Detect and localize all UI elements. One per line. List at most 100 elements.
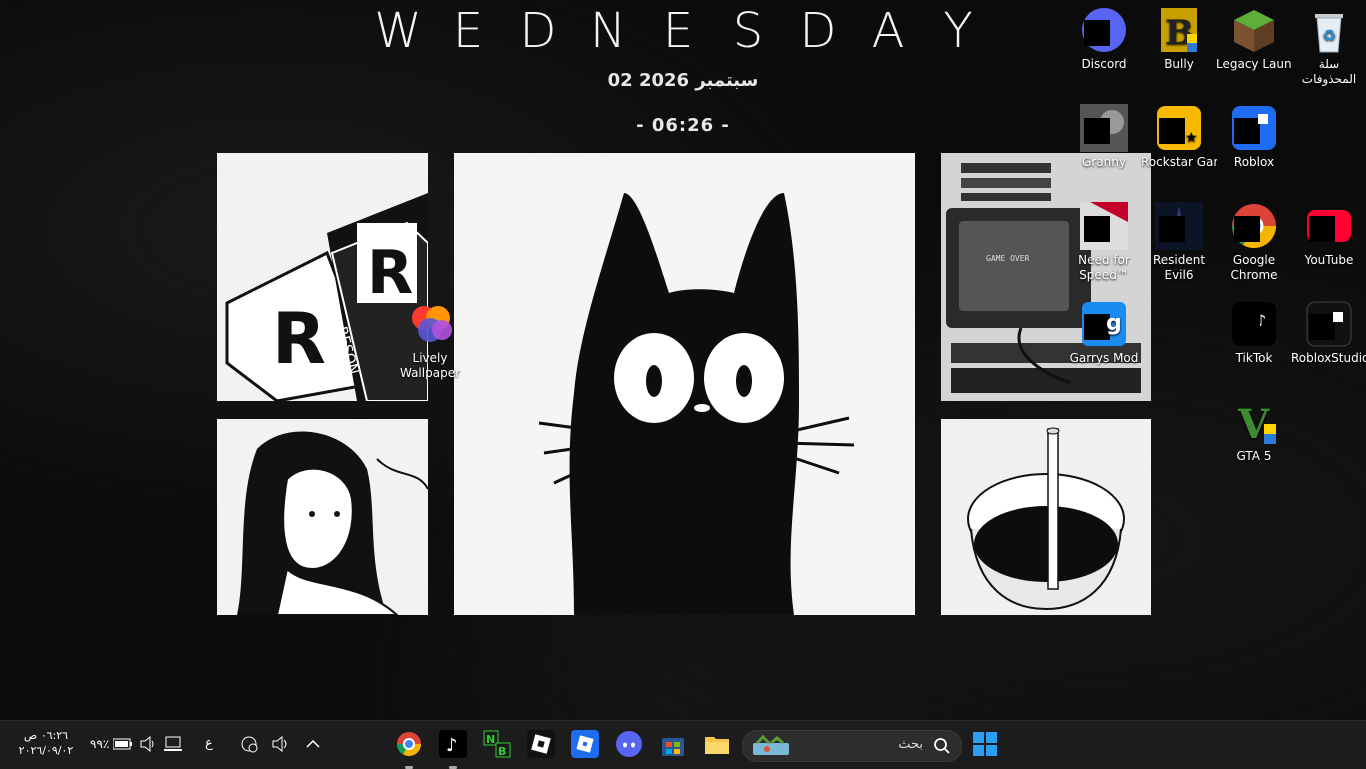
icon-label: TikTok bbox=[1235, 351, 1273, 365]
microsoft-store-icon bbox=[662, 738, 684, 756]
battery-indicator[interactable]: ٩٩٪ bbox=[90, 736, 133, 752]
chrome-icon bbox=[397, 732, 421, 757]
discord-icon bbox=[616, 731, 642, 757]
desktop-icon-garrys-mod[interactable]: g Garrys Mod bbox=[1066, 300, 1142, 366]
desktop-icon-tiktok[interactable]: ♪ TikTok bbox=[1216, 300, 1292, 366]
gta5-icon: V bbox=[1230, 398, 1278, 448]
desktop-icon-rockstar[interactable]: ★ Rockstar Games ... bbox=[1141, 104, 1217, 170]
icon-label: RobloxStudio bbox=[1291, 351, 1366, 365]
bully-icon: B bbox=[1155, 6, 1203, 54]
garrys-mod-icon: g bbox=[1080, 300, 1128, 348]
icon-label: Discord bbox=[1081, 57, 1127, 71]
battery-percent: ٩٩٪ bbox=[90, 737, 110, 751]
wallpaper-date: 02 سبتمبر 2026 bbox=[607, 70, 759, 91]
roblox-icon bbox=[1230, 104, 1278, 152]
panel-black-cat bbox=[454, 153, 915, 615]
wallpaper-time: - 06:26 - bbox=[636, 115, 730, 136]
desktop-icon-bully[interactable]: B Bully bbox=[1141, 6, 1217, 72]
copilot-globe-icon[interactable] bbox=[240, 735, 258, 753]
icon-label: Legacy Launch... bbox=[1216, 57, 1292, 71]
battery-icon bbox=[113, 738, 133, 750]
icon-label: Resident Evil6 bbox=[1152, 253, 1206, 282]
windows-logo-icon bbox=[973, 732, 997, 756]
desktop-icon-nfs[interactable]: Need for Speed™ Mo... bbox=[1066, 202, 1142, 283]
search-icon bbox=[934, 738, 950, 754]
taskbar-file-explorer[interactable] bbox=[703, 730, 731, 758]
desktop-icon-gta5[interactable]: V GTA 5 bbox=[1216, 398, 1292, 464]
discord-icon bbox=[1080, 6, 1128, 54]
roblox-studio-icon bbox=[1305, 300, 1353, 348]
search-placeholder: بحث bbox=[898, 737, 923, 752]
taskbar-store[interactable] bbox=[659, 730, 687, 758]
svg-text:♻: ♻ bbox=[1322, 26, 1336, 45]
roblox-studio-icon bbox=[531, 734, 551, 754]
rockstar-icon: ★ bbox=[1155, 104, 1203, 152]
taskbar-nb-app[interactable]: NB bbox=[483, 730, 511, 758]
icon-label: Google Chrome bbox=[1230, 253, 1278, 282]
title-letter: N bbox=[590, 3, 630, 59]
game-over-text: GAME OVER bbox=[986, 254, 1030, 263]
panel-coffee-cup bbox=[941, 419, 1151, 615]
taskbar-tiktok[interactable]: ♪ bbox=[439, 730, 467, 769]
resident-evil-icon bbox=[1155, 202, 1203, 250]
icon-label: سلة المحذوفات bbox=[1301, 57, 1357, 86]
lively-wallpaper-icon bbox=[406, 300, 454, 348]
svg-text:♪: ♪ bbox=[446, 735, 458, 756]
anime-girl-illustration bbox=[217, 419, 428, 615]
wallpaper-title: W E D N E S D A Y bbox=[370, 3, 990, 59]
taskbar-roblox-studio[interactable] bbox=[527, 730, 555, 758]
desktop-icon-resident-evil[interactable]: Resident Evil6 bbox=[1141, 202, 1217, 283]
nb-app-icon: NB bbox=[483, 730, 511, 758]
desktop-icon-lively[interactable]: Lively Wallpaper bbox=[392, 300, 468, 381]
icon-label: Lively Wallpaper bbox=[399, 351, 461, 380]
nfs-icon bbox=[1080, 202, 1128, 250]
desktop-icon-youtube[interactable]: YouTube bbox=[1291, 202, 1366, 268]
icon-label: YouTube bbox=[1304, 253, 1354, 267]
desktop-icon-roblox[interactable]: Roblox bbox=[1216, 104, 1292, 170]
tray-clock[interactable]: ٠٦:٢٦ ص ٢٠٢٦/٠٩/٠٢ bbox=[14, 728, 78, 758]
svg-text:R: R bbox=[367, 238, 413, 308]
icon-label: Bully bbox=[1164, 57, 1194, 71]
title-letter: E bbox=[662, 3, 698, 59]
desktop-icon-discord[interactable]: Discord bbox=[1066, 6, 1142, 72]
tiktok-icon: ♪ bbox=[1230, 300, 1278, 348]
title-letter: S bbox=[732, 3, 768, 59]
clock-time: ٠٦:٢٦ ص bbox=[23, 729, 69, 742]
svg-text:B: B bbox=[498, 745, 506, 758]
panel-anime-girl bbox=[217, 419, 428, 615]
icon-label: Granny bbox=[1082, 155, 1126, 169]
desktop-icon-chrome[interactable]: Google Chrome bbox=[1216, 202, 1292, 283]
black-cat-illustration bbox=[454, 153, 915, 615]
desktop-icon-recycle-bin[interactable]: ♻ سلة المحذوفات bbox=[1291, 6, 1366, 87]
title-letter: E bbox=[452, 3, 488, 59]
roblox-icon bbox=[576, 735, 594, 753]
clock-date: ٢٠٢٦/٠٩/٠٢ bbox=[18, 744, 74, 757]
volume-icon[interactable] bbox=[139, 736, 157, 752]
taskbar-chrome[interactable] bbox=[395, 730, 423, 769]
desktop-icon-roblox-studio[interactable]: RobloxStudio bbox=[1291, 300, 1366, 366]
search-box[interactable]: بحث bbox=[742, 730, 962, 762]
desktop-icon-legacy-launcher[interactable]: Legacy Launch... bbox=[1216, 6, 1292, 72]
network-icon[interactable] bbox=[163, 735, 183, 753]
icon-label: Rockstar Games ... bbox=[1141, 155, 1217, 169]
svg-text:g: g bbox=[1106, 311, 1122, 336]
title-letter: W bbox=[374, 3, 426, 59]
language-indicator[interactable]: ع bbox=[205, 736, 213, 751]
title-letter: D bbox=[519, 3, 561, 59]
title-letter: D bbox=[799, 3, 841, 59]
taskbar-discord[interactable] bbox=[615, 730, 643, 758]
taskbar-roblox[interactable] bbox=[571, 730, 599, 758]
search-highlight-icon bbox=[753, 734, 789, 755]
tiktok-icon: ♪ bbox=[446, 735, 458, 756]
icon-label: Need for Speed™ Mo... bbox=[1078, 253, 1130, 282]
svg-text:R: R bbox=[272, 298, 326, 380]
granny-icon bbox=[1080, 104, 1128, 152]
icon-label: Roblox bbox=[1233, 155, 1275, 169]
chevron-up-icon[interactable] bbox=[305, 738, 321, 750]
chrome-icon bbox=[1230, 202, 1278, 250]
start-button[interactable] bbox=[971, 730, 999, 758]
speaker-icon[interactable] bbox=[271, 736, 289, 752]
recycle-bin-icon: ♻ bbox=[1305, 6, 1353, 54]
desktop-icon-granny[interactable]: Granny bbox=[1066, 104, 1142, 170]
icon-label: Garrys Mod bbox=[1069, 351, 1139, 365]
